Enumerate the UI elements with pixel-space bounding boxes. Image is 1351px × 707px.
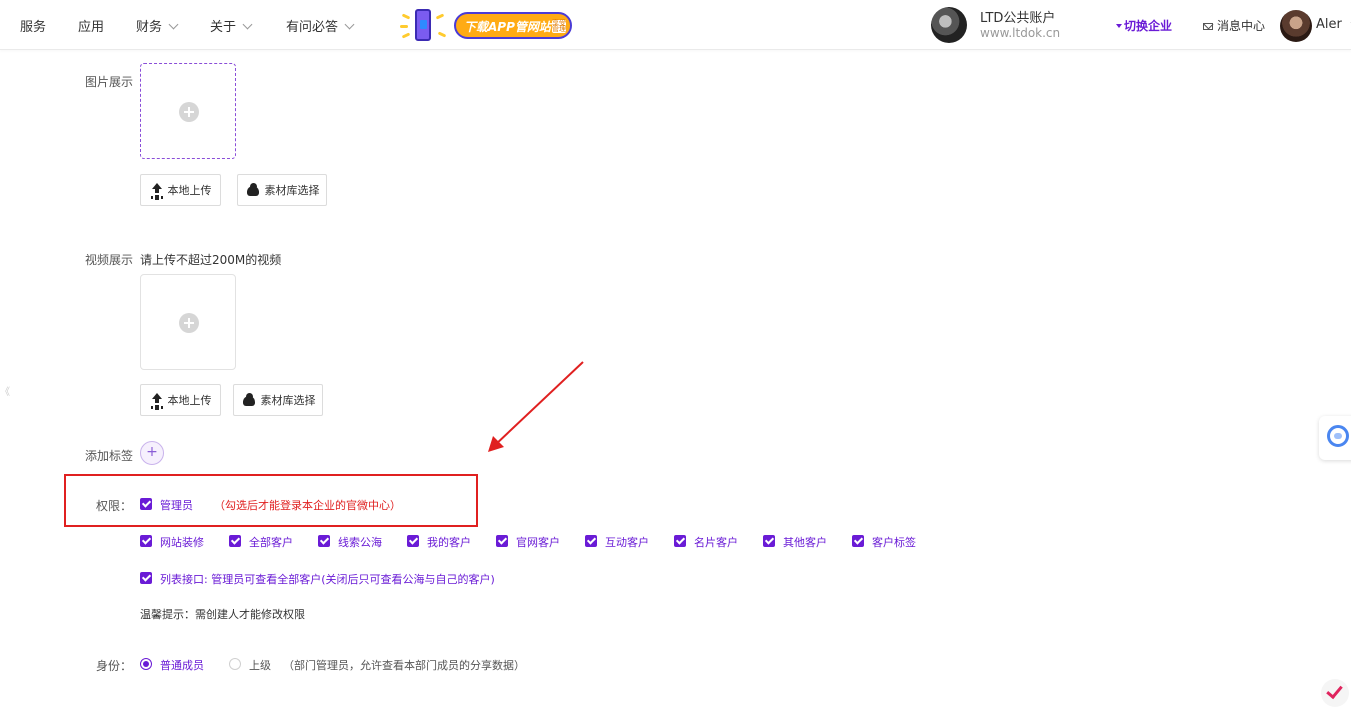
cloud-icon [241, 393, 257, 407]
image-library-button[interactable]: 素材库选择 [237, 174, 327, 206]
burst-decoration [438, 31, 447, 37]
permission-checkbox-other-customers[interactable] [763, 535, 775, 547]
burst-decoration [400, 25, 408, 28]
permission-label-my-customers: 我的客户 [427, 534, 471, 550]
video-library-label: 素材库选择 [261, 392, 316, 408]
image-display-label: 图片展示 [85, 73, 133, 90]
headset-icon [1327, 425, 1349, 447]
permission-label-site-decoration: 网站装修 [160, 534, 204, 550]
list-api-label: 列表接口: 管理员可查看全部客户(关闭后只可查看公海与自己的客户) [160, 571, 495, 587]
nav-item-faq-label: 有问必答 [286, 20, 338, 35]
image-library-label: 素材库选择 [265, 182, 320, 198]
chevron-down-icon [243, 20, 253, 30]
user-name[interactable]: Aler [1316, 17, 1342, 32]
permission-label: 权限： [96, 497, 132, 514]
admin-note: （勾选后才能登录本企业的官微中心） [214, 497, 401, 513]
permission-label-interactive-customers: 互动客户 [605, 534, 649, 550]
image-local-upload-label: 本地上传 [168, 182, 212, 198]
permission-label-customer-tags: 客户标签 [872, 534, 916, 550]
identity-radio-member[interactable] [140, 658, 152, 670]
user-avatar[interactable] [1280, 10, 1312, 42]
customer-support-widget[interactable] [1319, 416, 1351, 460]
video-library-button[interactable]: 素材库选择 [233, 384, 323, 416]
checkmark-icon[interactable] [1321, 679, 1349, 707]
burst-decoration [402, 32, 411, 38]
identity-option-member: 普通成员 [160, 657, 204, 673]
burst-decoration [436, 13, 445, 19]
chevron-down-icon [345, 20, 355, 30]
image-upload-area[interactable] [140, 63, 236, 159]
top-navigation-bar: 服务 应用 财务 关于 有问必答 下载APP管网站 享受 管理 LTD公共账户 … [0, 0, 1351, 50]
upload-icon [150, 183, 164, 197]
banner-text: 下载APP管网站 [464, 18, 551, 35]
identity-note: （部门管理员，允许查看本部门成员的分享数据） [283, 657, 525, 673]
permission-checkbox-all-customers[interactable] [229, 535, 241, 547]
upload-icon [150, 393, 164, 407]
permission-label-all-customers: 全部客户 [249, 534, 293, 550]
permission-checkbox-leads-pool[interactable] [318, 535, 330, 547]
plus-icon [179, 313, 199, 333]
permission-checkbox-interactive-customers[interactable] [585, 535, 597, 547]
nav-item-finance[interactable]: 财务 [136, 16, 177, 35]
video-local-upload-button[interactable]: 本地上传 [140, 384, 221, 416]
add-tag-button[interactable]: + [140, 441, 164, 465]
video-upload-area[interactable] [140, 274, 236, 370]
permission-checkbox-website-customers[interactable] [496, 535, 508, 547]
phone-icon [415, 9, 431, 41]
company-name: LTD公共账户 [980, 7, 1055, 26]
collapse-side-tab[interactable]: 《 [0, 383, 10, 398]
cloud-icon [245, 183, 261, 197]
nav-item-about-label: 关于 [210, 20, 236, 35]
plus-icon [179, 102, 199, 122]
caret-down-icon [1116, 24, 1122, 28]
identity-label: 身份： [96, 657, 132, 674]
image-local-upload-button[interactable]: 本地上传 [140, 174, 221, 206]
identity-option-superior: 上级 [249, 657, 271, 673]
nav-item-about[interactable]: 关于 [210, 16, 251, 35]
admin-checkbox-label: 管理员 [160, 497, 193, 513]
mail-icon [1203, 23, 1213, 30]
banner-tag: 享受 管理 [552, 20, 566, 33]
permission-label-leads-pool: 线索公海 [338, 534, 382, 550]
permission-checkbox-site-decoration[interactable] [140, 535, 152, 547]
nav-item-services[interactable]: 服务 [20, 16, 46, 35]
video-size-hint: 请上传不超过200M的视频 [140, 251, 281, 268]
permission-checkbox-my-customers[interactable] [407, 535, 419, 547]
permission-label-website-customers: 官网客户 [516, 534, 560, 550]
user-menu-toggle[interactable] [1344, 18, 1351, 32]
chevron-down-icon [169, 20, 179, 30]
download-app-banner[interactable]: 下载APP管网站 享受 管理 [398, 9, 576, 42]
nav-item-finance-label: 财务 [136, 20, 162, 35]
nav-item-apps[interactable]: 应用 [78, 16, 104, 35]
add-tag-label: 添加标签 [85, 447, 133, 464]
switch-company-button[interactable]: 切换企业 [1116, 17, 1172, 34]
message-center-label: 消息中心 [1217, 19, 1265, 33]
identity-radio-superior[interactable] [229, 658, 241, 670]
permission-tip: 温馨提示：需创建人才能修改权限 [140, 606, 305, 622]
permission-checkbox-customer-tags[interactable] [852, 535, 864, 547]
admin-checkbox[interactable] [140, 498, 152, 510]
company-avatar[interactable] [931, 7, 967, 43]
permission-label-card-customers: 名片客户 [694, 534, 738, 550]
annotation-arrow [480, 356, 590, 456]
message-center-button[interactable]: 消息中心 [1203, 17, 1265, 34]
switch-company-label: 切换企业 [1124, 19, 1172, 33]
banner-pill: 下载APP管网站 享受 管理 [454, 12, 572, 39]
nav-item-faq[interactable]: 有问必答 [286, 16, 353, 35]
permission-checkbox-card-customers[interactable] [674, 535, 686, 547]
company-url: www.ltdok.cn [980, 26, 1060, 40]
list-api-checkbox[interactable] [140, 572, 152, 584]
permission-label-other-customers: 其他客户 [783, 534, 827, 550]
burst-decoration [402, 13, 411, 19]
video-display-label: 视频展示 [85, 251, 133, 268]
video-local-upload-label: 本地上传 [168, 392, 212, 408]
